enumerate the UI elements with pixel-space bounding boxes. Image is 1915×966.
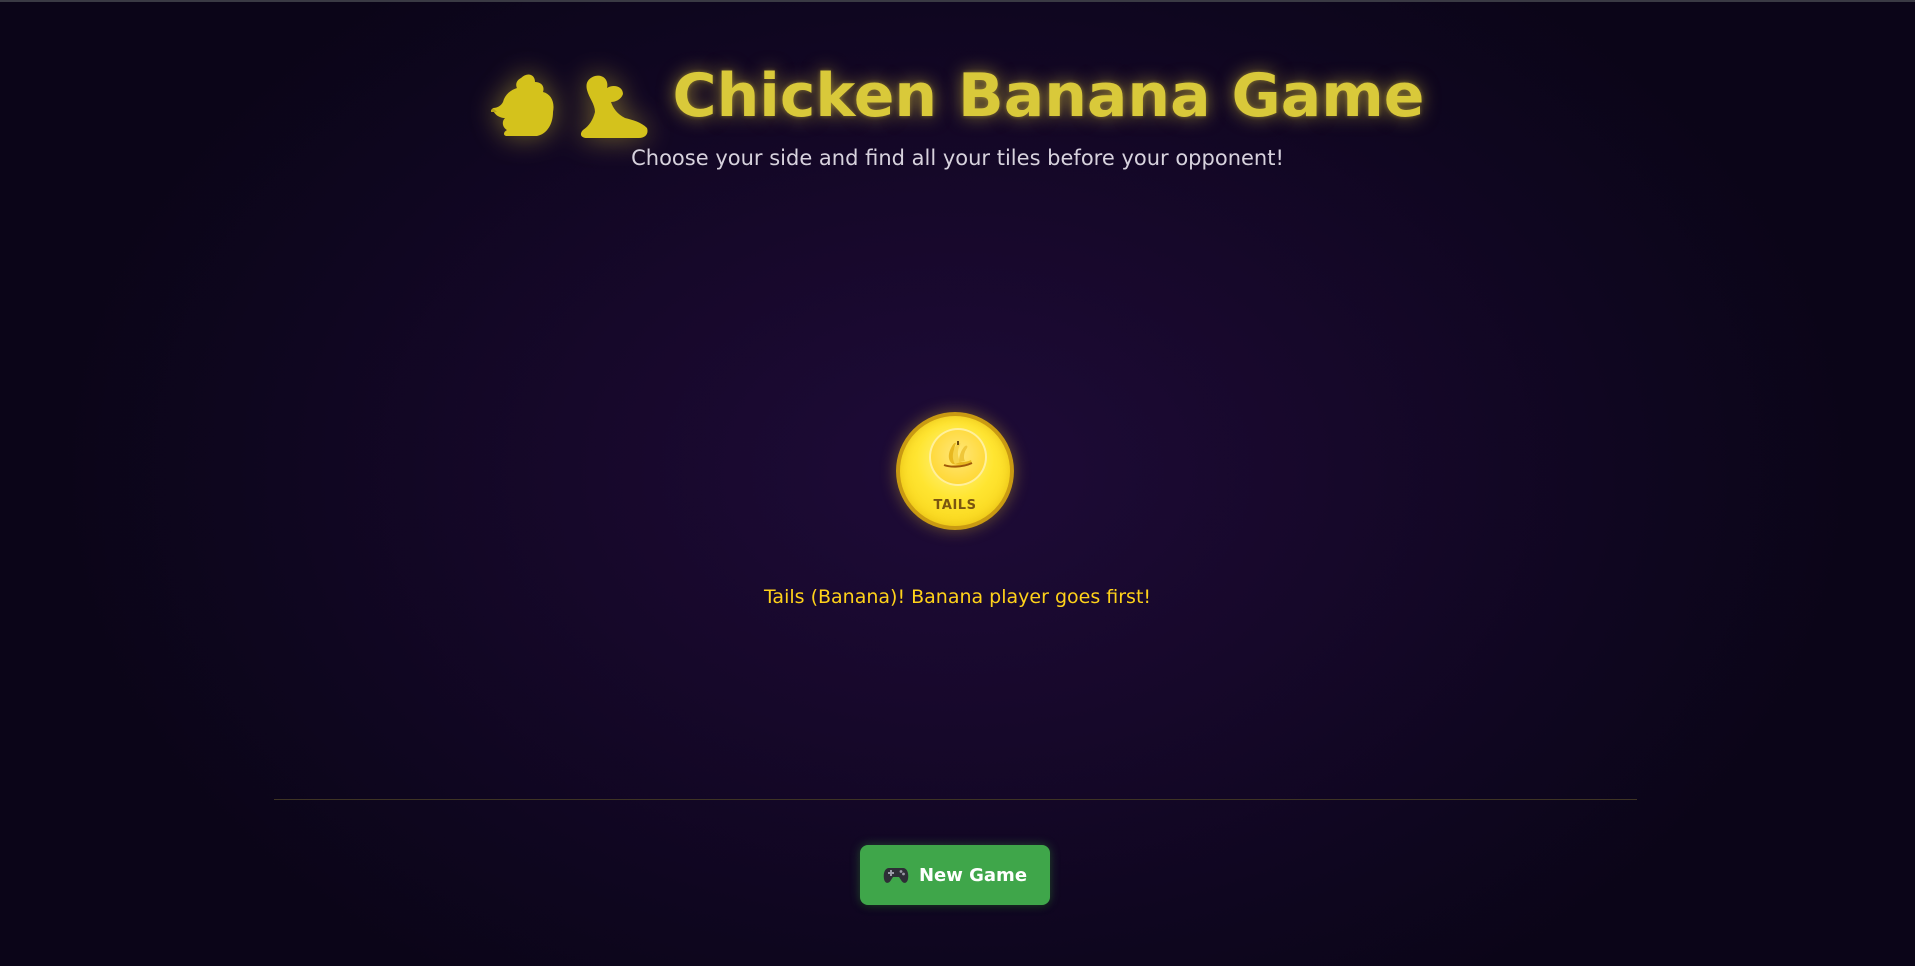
new-game-button[interactable]: New Game (860, 845, 1050, 905)
coin-toss[interactable]: TAILS (896, 412, 1014, 530)
page-title: Chicken Banana Game (672, 61, 1425, 131)
coin-face (929, 428, 987, 486)
page-subtitle: Choose your side and find all your tiles… (631, 146, 1284, 170)
new-game-label: New Game (918, 864, 1028, 886)
coin-face-label: TAILS (933, 498, 977, 513)
chicken-icon (490, 72, 565, 138)
banana-icon (941, 440, 975, 474)
banana-icon (577, 72, 651, 138)
gamepad-icon (883, 865, 909, 885)
title-row: Chicken Banana Game (0, 54, 1915, 138)
toss-result-message: Tails (Banana)! Banana player goes first… (763, 586, 1152, 608)
title-emojis (490, 54, 651, 138)
divider (274, 799, 1637, 800)
